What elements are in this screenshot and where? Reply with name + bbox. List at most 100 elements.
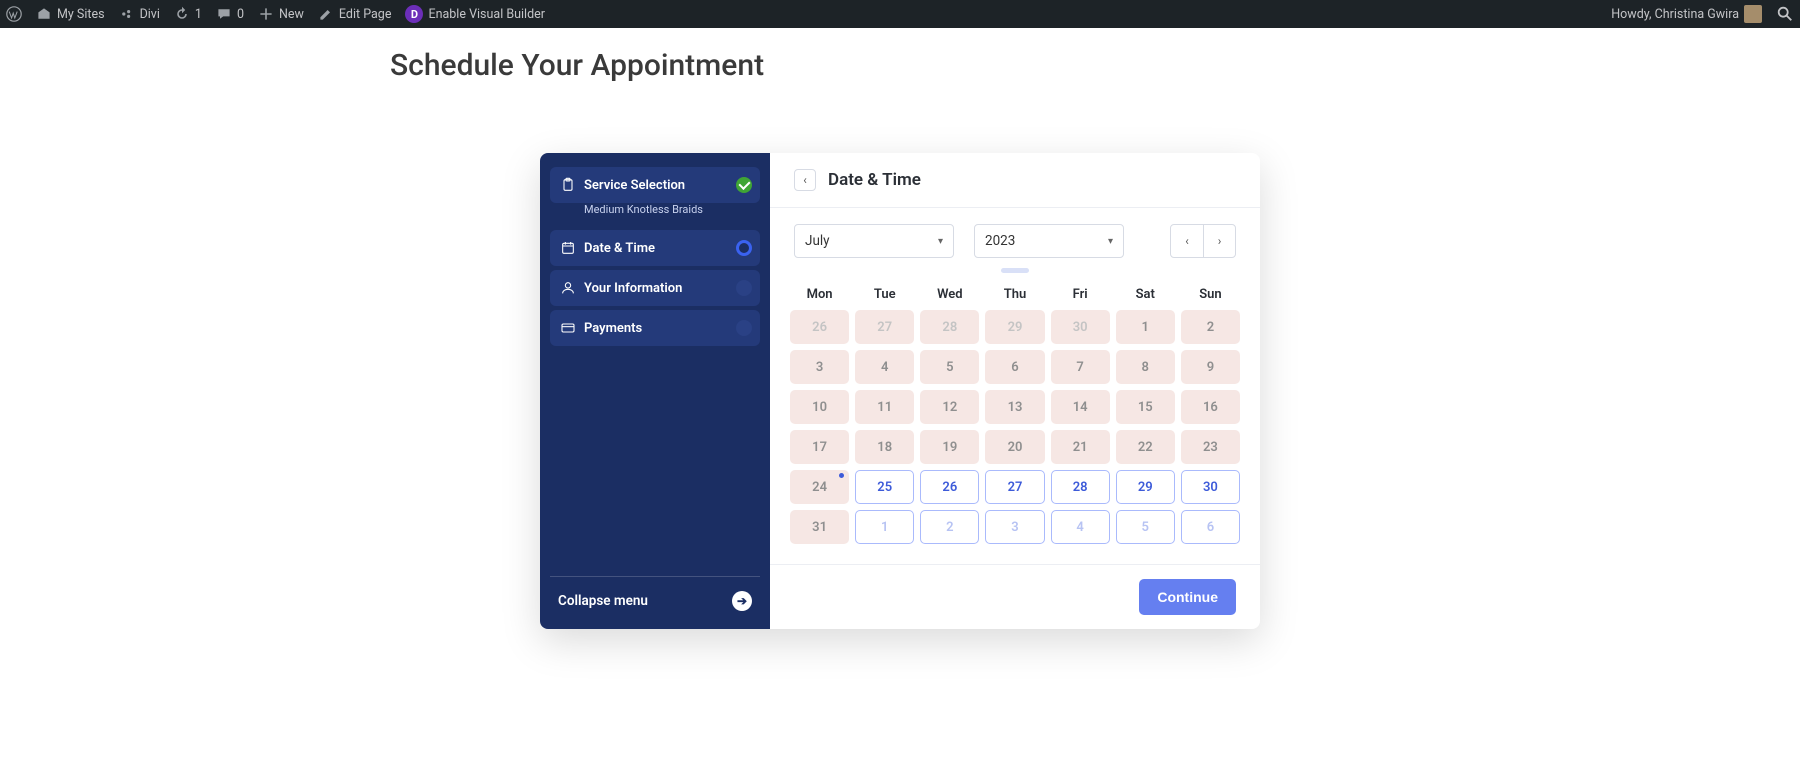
step-date-time[interactable]: Date & Time — [550, 230, 760, 266]
comments[interactable]: 0 — [216, 6, 244, 22]
calendar-icon — [560, 240, 576, 256]
calendar-day[interactable]: 23 — [1181, 430, 1240, 464]
year-select[interactable]: 2023 ▾ — [974, 224, 1124, 258]
calendar-day[interactable]: 12 — [920, 390, 979, 424]
collapse-label: Collapse menu — [558, 593, 648, 609]
weekday-label: Sat — [1116, 281, 1175, 310]
month-nav: ‹ › — [1170, 224, 1236, 258]
drag-handle-icon — [1001, 268, 1029, 273]
calendar-day[interactable]: 9 — [1181, 350, 1240, 384]
updates[interactable]: 1 — [174, 6, 202, 22]
page-title: Schedule Your Appointment — [390, 48, 1800, 83]
weekday-label: Thu — [985, 281, 1044, 310]
calendar-day[interactable]: 16 — [1181, 390, 1240, 424]
step-service-selection[interactable]: Service Selection — [550, 167, 760, 203]
calendar-day[interactable]: 7 — [1051, 350, 1110, 384]
admin-search-icon[interactable] — [1776, 5, 1794, 23]
edit-page[interactable]: Edit Page — [318, 6, 392, 22]
today-dot-icon — [839, 473, 844, 478]
wp-logo[interactable] — [6, 6, 22, 22]
calendar-day[interactable]: 15 — [1116, 390, 1175, 424]
calendar-day[interactable]: 8 — [1116, 350, 1175, 384]
month-select[interactable]: July ▾ — [794, 224, 954, 258]
calendar-day[interactable]: 30 — [1051, 310, 1110, 344]
calendar-day[interactable]: 5 — [920, 350, 979, 384]
calendar-day[interactable]: 1 — [1116, 310, 1175, 344]
calendar-day[interactable]: 28 — [920, 310, 979, 344]
calendar-day[interactable]: 30 — [1181, 470, 1240, 504]
chevron-down-icon: ▾ — [938, 236, 943, 247]
step-label: Payments — [584, 321, 642, 336]
calendar-day[interactable]: 26 — [790, 310, 849, 344]
calendar-day[interactable]: 10 — [790, 390, 849, 424]
wp-admin-bar: My Sites Divi 1 0 New Edit Page DEnable … — [0, 0, 1800, 28]
continue-button[interactable]: Continue — [1139, 579, 1236, 615]
chevron-down-icon: ▾ — [1108, 236, 1113, 247]
weekday-label: Wed — [920, 281, 979, 310]
calendar-day[interactable]: 4 — [855, 350, 914, 384]
back-button[interactable]: ‹ — [794, 169, 816, 191]
step-label: Service Selection — [584, 178, 685, 193]
collapse-menu[interactable]: Collapse menu ➔ — [550, 576, 760, 615]
step-your-information[interactable]: Your Information — [550, 270, 760, 306]
weekday-label: Fri — [1051, 281, 1110, 310]
calendar-day[interactable]: 22 — [1116, 430, 1175, 464]
calendar-day[interactable]: 18 — [855, 430, 914, 464]
calendar-day[interactable]: 29 — [985, 310, 1044, 344]
next-month-button[interactable]: › — [1203, 225, 1235, 257]
calendar-day[interactable]: 21 — [1051, 430, 1110, 464]
pending-step-icon — [736, 280, 752, 296]
person-icon — [560, 280, 576, 296]
calendar-day[interactable]: 27 — [985, 470, 1044, 504]
howdy-user[interactable]: Howdy, Christina Gwira — [1611, 5, 1762, 23]
calendar-day[interactable]: 2 — [1181, 310, 1240, 344]
calendar-day[interactable]: 19 — [920, 430, 979, 464]
pending-step-icon — [736, 320, 752, 336]
step-service-sub: Medium Knotless Braids — [550, 203, 760, 226]
calendar-day[interactable]: 13 — [985, 390, 1044, 424]
card-icon — [560, 320, 576, 336]
calendar-day[interactable]: 29 — [1116, 470, 1175, 504]
site-name[interactable]: Divi — [119, 6, 160, 22]
weekday-label: Tue — [855, 281, 914, 310]
calendar-day[interactable]: 14 — [1051, 390, 1110, 424]
calendar-day[interactable]: 3 — [790, 350, 849, 384]
divi-badge-icon: D — [405, 5, 423, 23]
panel-title: Date & Time — [828, 170, 921, 190]
calendar-day[interactable]: 5 — [1116, 510, 1175, 544]
booking-panel: ‹ Date & Time July ▾ 2023 ▾ ‹ › MonTueWe… — [770, 153, 1260, 629]
calendar-day[interactable]: 4 — [1051, 510, 1110, 544]
calendar-day[interactable]: 6 — [1181, 510, 1240, 544]
calendar-day[interactable]: 2 — [920, 510, 979, 544]
calendar-day[interactable]: 28 — [1051, 470, 1110, 504]
booking-widget: Service Selection Medium Knotless Braids… — [540, 153, 1260, 629]
calendar-day[interactable]: 24 — [790, 470, 849, 504]
current-step-icon — [736, 240, 752, 256]
calendar-day[interactable]: 25 — [855, 470, 914, 504]
calendar-day[interactable]: 26 — [920, 470, 979, 504]
weekday-header: MonTueWedThuFriSatSun — [790, 281, 1240, 310]
calendar-day[interactable]: 31 — [790, 510, 849, 544]
calendar-day[interactable]: 27 — [855, 310, 914, 344]
prev-month-button[interactable]: ‹ — [1171, 225, 1203, 257]
arrow-right-icon: ➔ — [732, 591, 752, 611]
step-label: Date & Time — [584, 241, 655, 256]
weekday-label: Mon — [790, 281, 849, 310]
check-icon — [736, 177, 752, 193]
new-content[interactable]: New — [258, 6, 304, 22]
calendar-day[interactable]: 17 — [790, 430, 849, 464]
clipboard-icon — [560, 177, 576, 193]
step-payments[interactable]: Payments — [550, 310, 760, 346]
calendar-day[interactable]: 11 — [855, 390, 914, 424]
my-sites[interactable]: My Sites — [36, 6, 105, 22]
weekday-label: Sun — [1181, 281, 1240, 310]
calendar-day[interactable]: 3 — [985, 510, 1044, 544]
booking-sidebar: Service Selection Medium Knotless Braids… — [540, 153, 770, 629]
year-value: 2023 — [985, 233, 1015, 249]
calendar-day[interactable]: 1 — [855, 510, 914, 544]
enable-visual-builder[interactable]: DEnable Visual Builder — [405, 5, 545, 23]
calendar: MonTueWedThuFriSatSun 262728293012345678… — [770, 275, 1260, 564]
calendar-day[interactable]: 20 — [985, 430, 1044, 464]
calendar-day[interactable]: 6 — [985, 350, 1044, 384]
month-value: July — [805, 233, 830, 249]
